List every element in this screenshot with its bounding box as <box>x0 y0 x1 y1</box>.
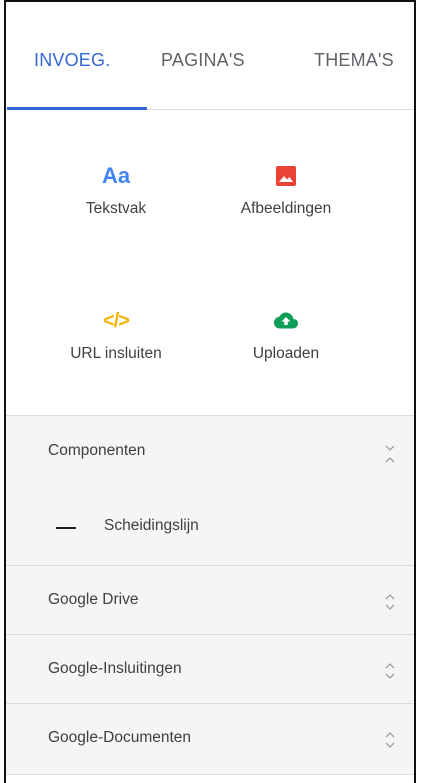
text-box-icon: Aa <box>36 160 196 192</box>
insert-grid: Aa Tekstvak Afbeeldingen </> URL insluit… <box>6 110 414 416</box>
section-google-docs-title: Google-Documenten <box>48 729 192 746</box>
tab-bar: INVOEG. PAGINA'S THEMA'S <box>6 2 414 110</box>
insert-images-label: Afbeeldingen <box>240 200 332 217</box>
section-components-header[interactable]: Componenten <box>6 416 414 491</box>
collapse-chevron-icon[interactable] <box>382 442 398 466</box>
section-google-drive-header[interactable]: Google Drive <box>6 566 414 636</box>
expand-chevron-icon[interactable] <box>382 728 398 752</box>
expand-chevron-icon[interactable] <box>382 659 398 683</box>
insert-text-box-button[interactable]: Aa Tekstvak <box>36 160 196 218</box>
tab-themes[interactable]: THEMA'S <box>314 50 394 71</box>
upload-label: Uploaden <box>252 345 320 362</box>
section-components: Componenten Scheidingslijn <box>6 416 414 566</box>
section-google-embeds-title: Google-Insluitingen <box>48 660 182 677</box>
tab-pages[interactable]: PAGINA'S <box>161 50 245 71</box>
section-google-docs[interactable]: Google-Documenten <box>6 704 414 775</box>
embed-url-button[interactable]: </> URL insluiten <box>36 305 196 363</box>
upload-button[interactable]: Uploaden <box>206 305 366 363</box>
section-google-drive-title: Google Drive <box>48 591 139 608</box>
component-divider-label: Scheidingslijn <box>104 517 199 534</box>
embed-code-icon-glyph: </> <box>103 309 130 332</box>
insert-images-button[interactable]: Afbeeldingen <box>206 160 366 218</box>
embed-url-label: URL insluiten <box>70 345 162 362</box>
section-components-title: Componenten <box>48 442 146 459</box>
text-box-icon-glyph: Aa <box>101 163 131 188</box>
image-icon <box>206 160 366 192</box>
expand-chevron-icon[interactable] <box>382 590 398 614</box>
section-google-docs-header[interactable]: Google-Documenten <box>6 704 414 774</box>
tab-insert[interactable]: INVOEG. <box>34 50 110 71</box>
insert-panel: INVOEG. PAGINA'S THEMA'S Aa Tekstvak Afb… <box>4 0 416 783</box>
divider-icon <box>56 527 76 529</box>
component-divider-item[interactable]: Scheidingslijn <box>6 491 414 566</box>
section-google-embeds-header[interactable]: Google-Insluitingen <box>6 635 414 705</box>
section-google-drive[interactable]: Google Drive <box>6 566 414 635</box>
embed-code-icon: </> <box>36 305 196 337</box>
cloud-upload-icon <box>206 305 366 337</box>
insert-text-box-label: Tekstvak <box>85 200 147 217</box>
section-google-embeds[interactable]: Google-Insluitingen <box>6 635 414 704</box>
